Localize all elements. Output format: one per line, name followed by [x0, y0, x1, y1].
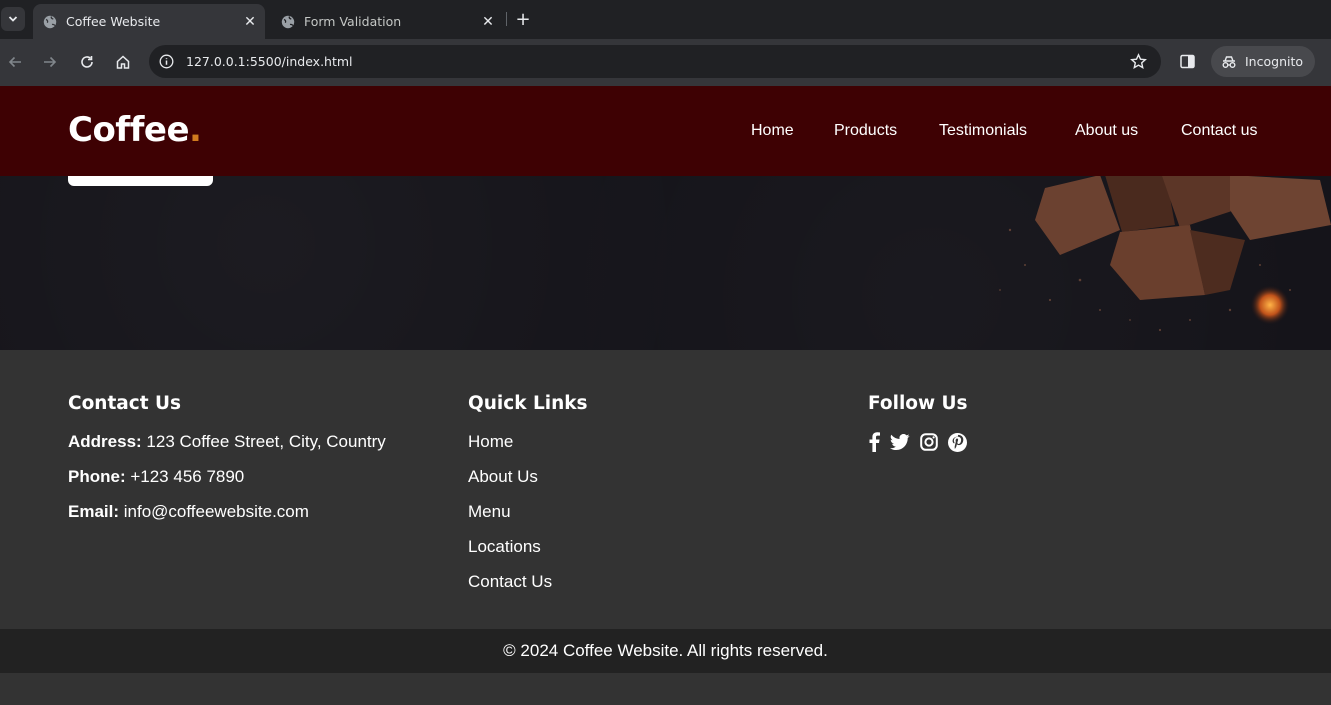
home-icon: [116, 55, 130, 69]
social-icons: [868, 432, 968, 452]
footer-follow-column: Follow Us: [868, 393, 968, 452]
email-value: info@coffeewebsite.com: [123, 502, 309, 521]
bookmark-star-icon[interactable]: [1130, 53, 1147, 70]
chocolate-pieces-image: [999, 170, 1331, 332]
tab-title: Form Validation: [304, 14, 402, 29]
browser-tab-bar: Coffee Website ✕ Form Validation ✕ +: [0, 0, 1331, 39]
close-tab-icon[interactable]: ✕: [479, 13, 497, 31]
reload-icon: [81, 56, 93, 68]
pinterest-icon[interactable]: [948, 432, 967, 452]
site-logo[interactable]: Coffee.: [68, 110, 202, 150]
url-text: 127.0.0.1:5500/index.html: [186, 54, 353, 69]
back-button[interactable]: [4, 51, 26, 73]
nav-about-us[interactable]: About us: [1075, 122, 1138, 140]
nav-testimonials[interactable]: Testimonials: [939, 122, 1027, 140]
twitter-icon[interactable]: [890, 433, 910, 451]
nav-products[interactable]: Products: [834, 122, 897, 140]
tab-title: Coffee Website: [66, 14, 161, 29]
incognito-label: Incognito: [1245, 54, 1304, 69]
quick-link-home[interactable]: Home: [468, 432, 588, 467]
tab-coffee-website[interactable]: Coffee Website ✕: [33, 4, 265, 39]
web-page: Coffee. Home Products Testimonials About…: [0, 86, 1331, 705]
side-panel-icon[interactable]: [1179, 53, 1196, 70]
site-header: Coffee. Home Products Testimonials About…: [0, 86, 1331, 176]
copyright-text: © 2024 Coffee Website. All rights reserv…: [503, 641, 828, 660]
footer-quick-links-column: Quick Links Home About Us Menu Locations…: [468, 393, 588, 607]
incognito-icon: [1222, 55, 1236, 68]
reload-button[interactable]: [76, 51, 98, 73]
site-footer: Contact Us Address: 123 Coffee Street, C…: [0, 350, 1331, 629]
phone-label: Phone:: [68, 467, 126, 486]
tab-search-button[interactable]: [1, 7, 25, 31]
nav-home[interactable]: Home: [751, 122, 794, 140]
logo-text: Coffee: [68, 110, 190, 150]
quick-links-heading: Quick Links: [468, 393, 588, 414]
facebook-icon[interactable]: [868, 432, 880, 452]
email-label: Email:: [68, 502, 120, 521]
arrow-right-icon: [44, 56, 57, 68]
tab-separator: [506, 12, 507, 26]
instagram-icon[interactable]: [920, 433, 938, 451]
chevron-down-icon: [8, 16, 18, 22]
tab-form-validation[interactable]: Form Validation ✕: [271, 4, 503, 39]
page-bottom-area: [0, 673, 1331, 705]
browser-toolbar: 127.0.0.1:5500/index.html Incognito: [0, 39, 1331, 86]
contact-address: Address: 123 Coffee Street, City, Countr…: [68, 432, 386, 467]
incognito-badge[interactable]: Incognito: [1211, 46, 1315, 77]
contact-heading: Contact Us: [68, 393, 182, 414]
nav-contact-us[interactable]: Contact us: [1181, 122, 1257, 140]
copyright-bar: © 2024 Coffee Website. All rights reserv…: [0, 629, 1331, 673]
follow-heading: Follow Us: [868, 393, 968, 414]
address-bar[interactable]: 127.0.0.1:5500/index.html: [149, 45, 1161, 78]
close-tab-icon[interactable]: ✕: [241, 13, 259, 31]
address-value: 123 Coffee Street, City, Country: [146, 432, 386, 451]
info-icon[interactable]: [159, 54, 174, 69]
globe-icon: [43, 15, 57, 28]
quick-link-locations[interactable]: Locations: [468, 537, 588, 572]
new-tab-button[interactable]: +: [513, 9, 533, 30]
quick-link-contact-us[interactable]: Contact Us: [468, 572, 588, 607]
phone-value: +123 456 7890: [130, 467, 245, 486]
footer-contact-column: Contact Us Address: 123 Coffee Street, C…: [68, 393, 386, 537]
address-label: Address:: [68, 432, 142, 451]
quick-link-menu[interactable]: Menu: [468, 502, 588, 537]
arrow-left-icon: [8, 56, 21, 68]
quick-link-about-us[interactable]: About Us: [468, 467, 588, 502]
contact-email: Email: info@coffeewebsite.com: [68, 502, 386, 537]
home-button[interactable]: [112, 51, 134, 73]
logo-dot: .: [189, 110, 202, 150]
contact-phone: Phone: +123 456 7890: [68, 467, 386, 502]
forward-button[interactable]: [39, 51, 61, 73]
globe-icon: [281, 15, 295, 28]
